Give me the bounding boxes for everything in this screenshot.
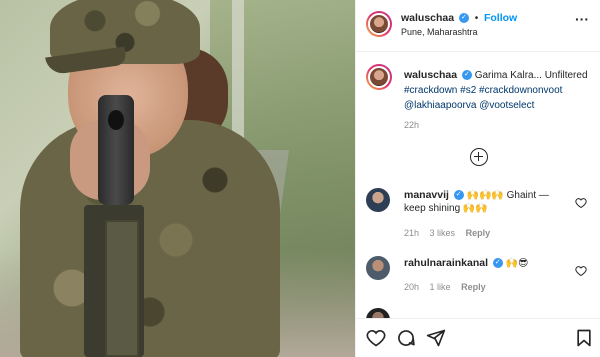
caption-hashtags[interactable]: #crackdown #s2 #crackdownonvoot	[404, 85, 562, 96]
comment-meta: 21h 3 likes Reply	[404, 228, 498, 238]
rifle-strap	[105, 220, 139, 357]
caption-username[interactable]: waluschaa	[404, 69, 457, 81]
background-pole	[232, 0, 244, 150]
rifle-muzzle	[108, 110, 124, 130]
separator-dot: •	[474, 13, 479, 24]
verified-badge-icon: ✓	[492, 258, 503, 269]
post-action-bar	[356, 318, 600, 357]
comment-meta: 20h 1 like Reply	[404, 282, 494, 292]
caption-avatar[interactable]	[366, 64, 392, 90]
caption-timestamp: 22h	[404, 120, 420, 130]
verified-badge-icon: ✓	[453, 190, 464, 201]
commenter-avatar[interactable]	[366, 188, 390, 212]
comment-likes[interactable]: 3 likes	[430, 228, 456, 238]
heart-icon[interactable]	[575, 197, 587, 209]
author-avatar[interactable]	[366, 11, 392, 37]
subject-camouflage-uniform	[20, 120, 280, 357]
comment-time: 21h	[404, 228, 420, 238]
comment-item: rahulnarainkanal ✓ 🙌😎 20h 1 like Reply	[366, 256, 591, 296]
like-button[interactable]	[366, 328, 386, 348]
comment-button[interactable]	[396, 328, 416, 348]
post-header: waluschaa ✓ • Follow Pune, Maharashtra ·…	[356, 0, 600, 52]
verified-badge-icon: ✓	[458, 13, 469, 24]
author-username[interactable]: waluschaa	[401, 12, 454, 24]
reply-button[interactable]: Reply	[466, 228, 491, 238]
commenter-avatar[interactable]	[366, 256, 390, 280]
commenter-username[interactable]: manavvij	[404, 189, 449, 201]
comment-text: rahulnarainkanal ✓ 🙌😎	[404, 257, 569, 270]
comment-time: 20h	[404, 282, 420, 292]
comment-body: 🙌😎	[505, 258, 529, 269]
caption-mentions[interactable]: @lakhiaapoorva @vootselect	[404, 100, 534, 111]
caption-body: Garima Kalra... Unfiltered	[474, 70, 588, 81]
verified-badge-icon: ✓	[461, 70, 472, 81]
bookmark-icon	[577, 329, 591, 347]
share-button[interactable]	[426, 328, 446, 348]
reply-button[interactable]: Reply	[461, 282, 486, 292]
comment-item: manavvij ✓ 🙌🙌🙌 Ghaint — keep shining 🙌🙌 …	[366, 188, 591, 240]
comment-text: manavvij ✓ 🙌🙌🙌 Ghaint — keep shining 🙌🙌	[404, 189, 569, 215]
heart-icon	[366, 329, 386, 347]
post-photo[interactable]	[0, 0, 355, 357]
follow-button[interactable]: Follow	[484, 12, 517, 24]
header-user-line: waluschaa ✓ • Follow	[401, 12, 517, 24]
more-options-icon[interactable]: ···	[575, 12, 589, 26]
heart-icon[interactable]	[575, 265, 587, 277]
comment-icon	[398, 330, 415, 346]
comment-likes[interactable]: 1 like	[430, 282, 451, 292]
share-icon	[426, 329, 446, 347]
save-button[interactable]	[574, 328, 594, 348]
commenter-username[interactable]: rahulnarainkanal	[404, 257, 488, 269]
post-location[interactable]: Pune, Maharashtra	[401, 27, 478, 37]
post-side-panel: waluschaa ✓ • Follow Pune, Maharashtra ·…	[355, 0, 600, 357]
caption-text: waluschaa ✓ Garima Kalra... Unfiltered #…	[404, 68, 594, 113]
plus-circle-icon[interactable]	[470, 148, 488, 166]
